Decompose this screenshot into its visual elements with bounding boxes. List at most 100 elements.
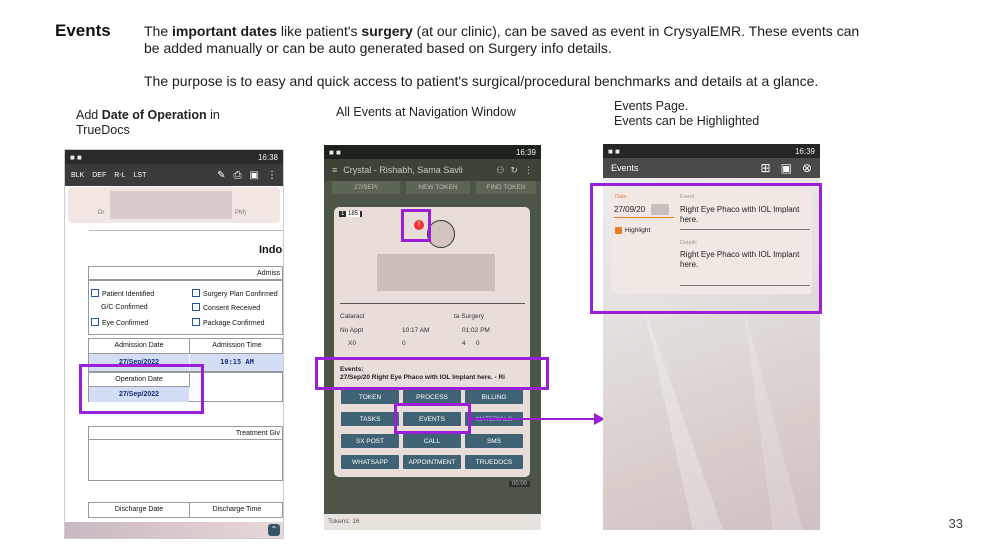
checklist-box: Patient Identified Surgery Plan Confirme… <box>88 280 283 335</box>
caption-events-page: Events Page. Events can be Highlighted <box>614 99 760 128</box>
notification-icon: ■ ■ <box>70 152 82 162</box>
truedocs-button[interactable]: TRUEDOCS <box>465 455 523 469</box>
intro-line-1: The important dates like patient's surge… <box>144 23 860 39</box>
page-number: 33 <box>948 516 963 531</box>
discharge-table: Discharge Date Discharge Time <box>88 502 283 518</box>
divider <box>89 230 283 231</box>
process-button[interactable]: PROCESS <box>403 390 461 404</box>
highlight-events-button <box>394 403 471 434</box>
pen-icon[interactable]: ✎ <box>217 170 225 181</box>
highlight-event-card <box>590 183 822 314</box>
more-icon[interactable]: ⋮ <box>267 170 277 181</box>
status-bar: ■ ■ 16:39 <box>324 145 541 159</box>
phone-truedocs-screenshot: ■ ■ 16:38 BLK DEF R-L LST ✎ ⎙ ▣ ⋮ Dr PM)… <box>64 149 284 539</box>
card-right-text: PM) <box>235 210 246 216</box>
date-button[interactable]: 27/SEP/ <box>332 181 400 194</box>
card-left-text: Dr <box>98 210 105 216</box>
user-icon[interactable]: ⚇ <box>496 165 504 176</box>
redacted-patient-info <box>377 254 495 291</box>
treatment-header: Treatment Giv <box>88 426 283 440</box>
highlight-alert-badge <box>401 209 431 242</box>
footer-bar: Tokens: 16 <box>324 514 541 530</box>
caption-truedocs: Add Date of Operation in TrueDocs <box>76 108 220 137</box>
toolbar-rl[interactable]: R-L <box>114 172 125 179</box>
check-surgery-plan[interactable]: Surgery Plan Confirmed <box>192 289 278 298</box>
stat-3: 4 <box>462 340 466 347</box>
divider <box>340 303 525 304</box>
more-icon[interactable]: ⋮ <box>524 165 533 176</box>
background-pattern <box>643 304 803 530</box>
appointment-text: No Appt <box>340 327 364 334</box>
check-package[interactable]: Package Confirmed <box>192 318 264 327</box>
time-out-text: 01:02 PM <box>462 327 490 334</box>
status-time: 16:38 <box>257 152 278 162</box>
admission-time-value[interactable]: 10:15 AM <box>190 354 283 371</box>
highlight-operation-date <box>79 364 204 414</box>
sms-button[interactable]: SMS <box>465 434 523 448</box>
whatsapp-button[interactable]: WHATSAPP <box>341 455 399 469</box>
refresh-icon[interactable]: ↻ <box>510 165 518 176</box>
highlight-events-summary <box>315 357 549 390</box>
stat-1: X0 <box>348 340 356 347</box>
patient-card: Dr PM) <box>68 187 280 223</box>
token-count: Tokens: 16 <box>328 518 360 525</box>
tasks-button[interactable]: TASKS <box>341 412 399 426</box>
token-button[interactable]: TOKEN <box>341 390 399 404</box>
find-token-button[interactable]: FIND TOKEN <box>476 181 536 194</box>
time-in-text: 10:17 AM <box>402 327 430 334</box>
status-time: 16:39 <box>794 146 815 156</box>
toolbar-blk[interactable]: BLK <box>71 172 84 179</box>
truedocs-toolbar: BLK DEF R-L LST ✎ ⎙ ▣ ⋮ <box>65 164 283 186</box>
toolbar-def[interactable]: DEF <box>92 172 106 179</box>
app-bar: ≡ Crystal - Rishabh, Sama Savli ⚇ ↻ ⋮ <box>324 159 541 181</box>
app-title: Crystal - Rishabh, Sama Savli <box>343 165 463 175</box>
redacted-block <box>110 191 232 219</box>
diagnosis-text: Cataract <box>340 313 365 320</box>
intro-line-3: The purpose is to easy and quick access … <box>144 73 819 89</box>
token-code: 1 185 <box>339 211 363 217</box>
billing-button[interactable]: BILLING <box>465 390 523 404</box>
discharge-date-label: Discharge Date <box>89 503 190 517</box>
status-time: 16:39 <box>515 147 536 157</box>
slide-heading: Events <box>55 21 111 40</box>
list-tag: 00:00 <box>509 481 531 487</box>
top-button-row: 27/SEP/ NEW TOKEN FIND TOKEN <box>332 181 536 194</box>
scroll-up-icon[interactable]: ⌃ <box>268 524 280 536</box>
sx-post-button[interactable]: SX POST <box>341 434 399 448</box>
events-title: Events <box>611 163 639 173</box>
check-eye-confirmed[interactable]: Eye Confirmed <box>91 318 148 327</box>
procedure-text: ta Surgery <box>454 313 484 320</box>
close-icon[interactable]: ⊗ <box>802 161 812 175</box>
arrow-to-events-page <box>470 413 605 425</box>
stat-2: 0 <box>402 340 406 347</box>
status-bar: ■ ■ 16:39 <box>603 144 820 158</box>
save-icon[interactable]: ▣ <box>781 161 792 175</box>
patient-avatar[interactable] <box>427 220 455 248</box>
admission-header: Admiss <box>88 266 283 280</box>
admission-header-text: Admiss <box>257 270 280 277</box>
bottom-fade <box>65 522 283 538</box>
section-heading: Indo <box>259 244 283 256</box>
intro-line-2: be added manually or can be auto generat… <box>144 40 612 56</box>
add-icon[interactable]: ⊞ <box>761 161 771 175</box>
appointment-button[interactable]: APPOINTMENT <box>403 455 461 469</box>
treatment-header-text: Treatment Giv <box>235 430 280 437</box>
caption-navigation: All Events at Navigation Window <box>336 105 516 119</box>
treatment-box[interactable] <box>88 439 283 481</box>
admission-time-label: Admission Time <box>190 339 283 354</box>
phone-navigation-screenshot: ■ ■ 16:39 ≡ Crystal - Rishabh, Sama Savl… <box>324 145 541 530</box>
notification-icon: ■ ■ <box>329 147 341 157</box>
save-icon[interactable]: ▣ <box>250 170 259 181</box>
check-patient-identified[interactable]: Patient Identified <box>91 289 154 298</box>
toolbar-lst[interactable]: LST <box>134 172 147 179</box>
call-button[interactable]: CALL <box>403 434 461 448</box>
print-icon[interactable]: ⎙ <box>234 170 242 181</box>
check-gc-confirmed: G/C Confirmed <box>101 304 148 311</box>
check-consent[interactable]: Consent Received <box>192 303 260 312</box>
stat-4: 0 <box>476 340 480 347</box>
discharge-time-label: Discharge Time <box>212 506 262 513</box>
events-app-bar: Events ⊞ ▣ ⊗ <box>603 158 820 178</box>
new-token-button[interactable]: NEW TOKEN <box>406 181 470 194</box>
notification-icon: ■ ■ <box>608 146 620 156</box>
menu-icon[interactable]: ≡ <box>332 165 337 175</box>
